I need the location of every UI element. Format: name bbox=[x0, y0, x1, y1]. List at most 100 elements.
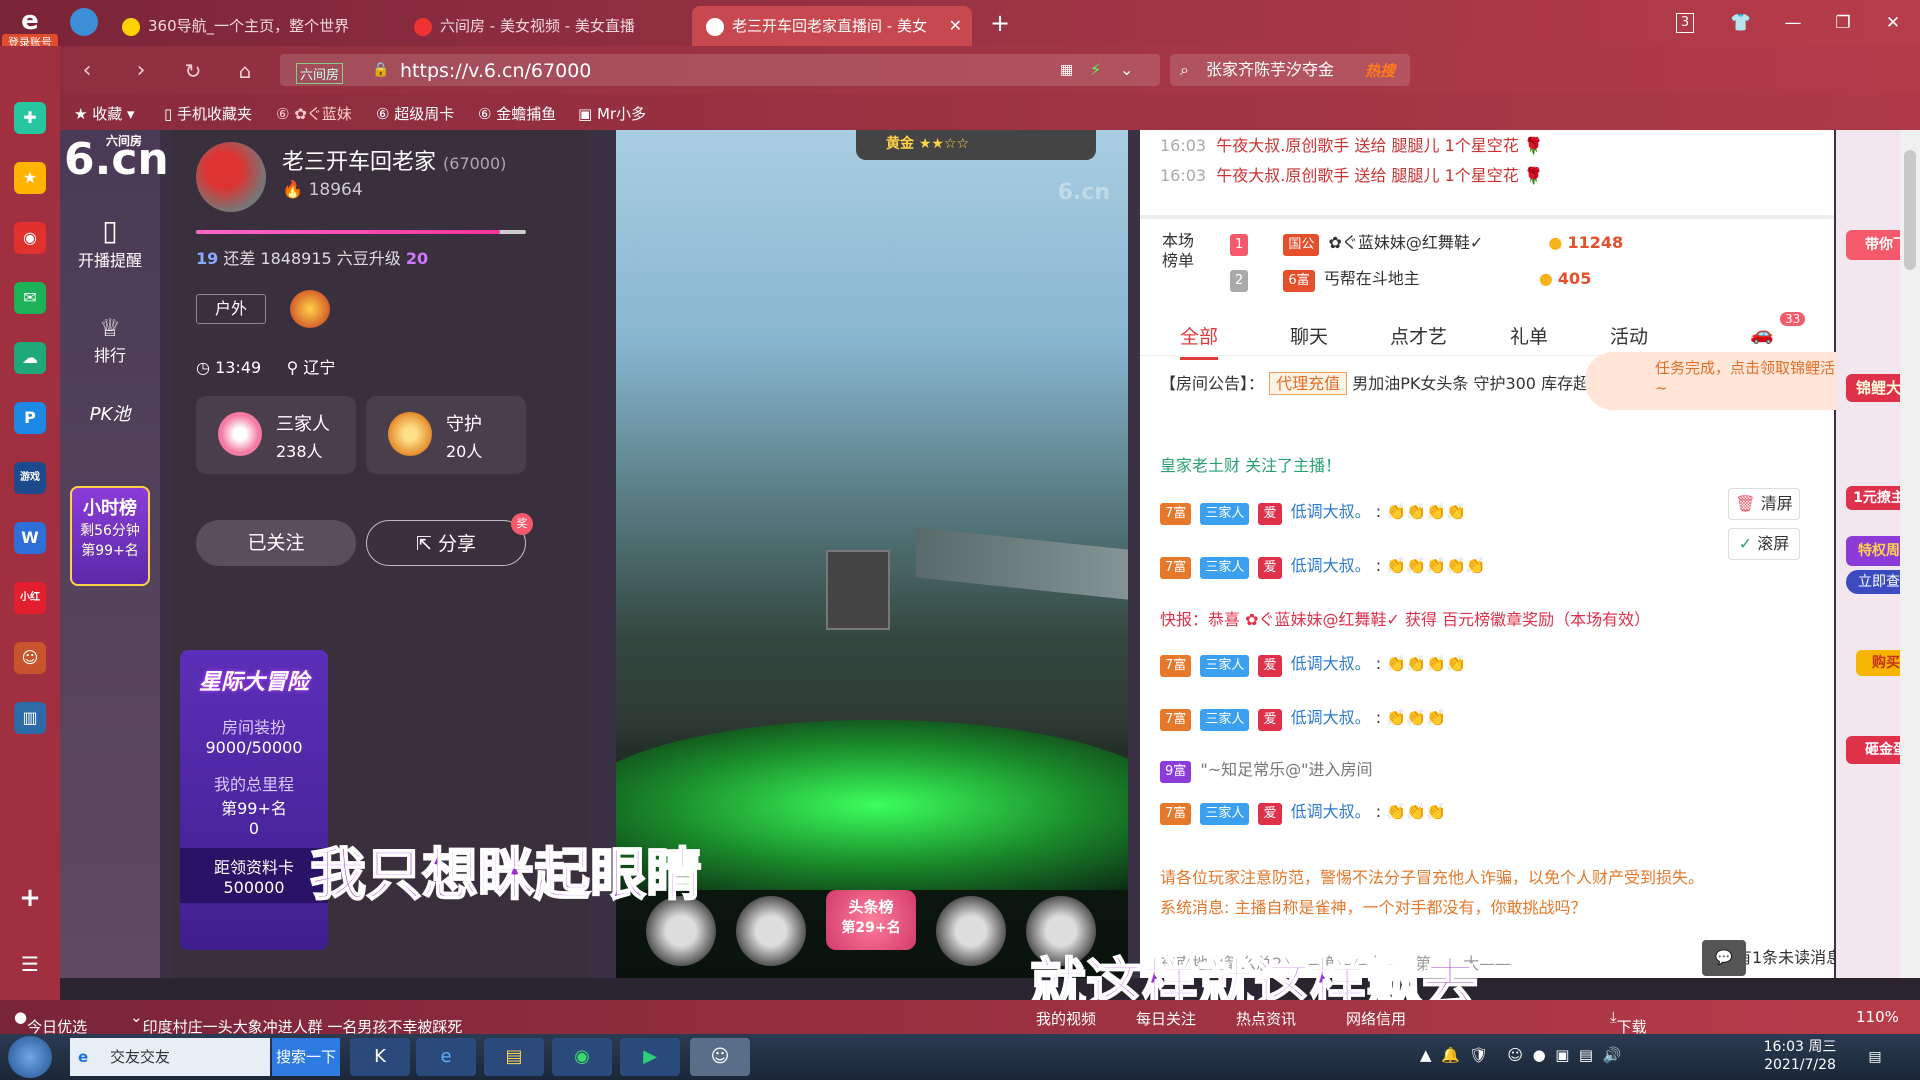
chat-bubble-icon[interactable]: 💬 bbox=[1702, 940, 1746, 976]
tab-activity[interactable]: 活动 bbox=[1610, 322, 1648, 349]
doc-icon[interactable]: W bbox=[14, 522, 46, 554]
window-count-icon[interactable]: 3 bbox=[1676, 13, 1694, 33]
notification-icon[interactable]: ▤ bbox=[1860, 1042, 1890, 1072]
qq-app-icon[interactable]: ☺ bbox=[690, 1038, 750, 1076]
vertical-scrollbar[interactable] bbox=[1900, 130, 1920, 978]
viewer-avatar[interactable] bbox=[736, 896, 806, 966]
minimize-icon[interactable]: — bbox=[1778, 8, 1808, 38]
tab-all[interactable]: 全部 bbox=[1180, 322, 1219, 360]
tab-navigate-icon[interactable] bbox=[70, 8, 98, 36]
bookmark-mr[interactable]: ▣ Mr小多 bbox=[578, 103, 646, 124]
taskbar-browser-item[interactable]: e 交友交友 bbox=[70, 1038, 270, 1076]
hour-rank-widget[interactable]: 小时榜 剩56分钟 第99+名 bbox=[70, 486, 150, 586]
site-logo[interactable]: 6.cn 六间房 bbox=[60, 130, 169, 190]
360-icon bbox=[122, 18, 140, 36]
nav-pk-pool[interactable]: PK池 bbox=[60, 400, 160, 426]
bookmark-fishing[interactable]: ⑥ 金蟾捕鱼 bbox=[478, 103, 556, 124]
anchor-meta: ◷ 13:49 ⚲ 辽宁 bbox=[196, 358, 336, 377]
bookmark-mobile[interactable]: ▯ 手机收藏夹 bbox=[164, 103, 252, 124]
anchor-avatar[interactable] bbox=[196, 142, 266, 212]
viewer-avatar[interactable] bbox=[936, 896, 1006, 966]
car-icon[interactable]: 🚗 bbox=[1750, 322, 1774, 345]
tab-chat[interactable]: 聊天 bbox=[1290, 322, 1328, 349]
list-icon[interactable]: ☰ bbox=[14, 948, 46, 980]
video-player-icon[interactable]: ▶ bbox=[620, 1038, 680, 1076]
share-button[interactable]: ⇱ 分享 奖 bbox=[366, 513, 533, 566]
ranking-title[interactable]: 本场榜单 bbox=[1162, 231, 1202, 271]
url-field[interactable]: 六间房 🔒 https://v.6.cn/67000 ▦ ⚡ ⌄ bbox=[280, 54, 1160, 86]
star-icon[interactable]: ★ bbox=[14, 162, 46, 194]
cloud-icon[interactable]: ☁ bbox=[14, 342, 46, 374]
taskbar-search-button[interactable]: 搜索一下 bbox=[272, 1038, 340, 1076]
browser-statusbar: ● 今日优选 ⌄ 印度村庄一头大象冲进人群 一名男孩不幸被踩死 我的视频 每日关… bbox=[0, 1000, 1920, 1036]
status-download[interactable]: ⤓ 下载 bbox=[1610, 1008, 1647, 1036]
scroll-screen-button[interactable]: ✓ 滚屏 bbox=[1728, 528, 1800, 560]
back-icon[interactable]: ‹ bbox=[72, 56, 102, 86]
scrollbar-thumb[interactable] bbox=[1904, 150, 1916, 270]
nav-rank[interactable]: ♕ 排行 bbox=[60, 314, 160, 366]
follow-button[interactable]: 已关注 bbox=[196, 520, 356, 566]
home-icon[interactable]: ⌂ bbox=[230, 56, 260, 86]
status-daily-follow[interactable]: 每日关注 bbox=[1136, 1008, 1196, 1029]
bookmark-weekly-card[interactable]: ⑥ 超级周卡 bbox=[376, 103, 454, 124]
status-hot-news[interactable]: 热点资讯 bbox=[1236, 1008, 1296, 1029]
guard-card[interactable]: 守护 20人 bbox=[366, 396, 526, 474]
qr-icon[interactable]: ▦ bbox=[1060, 62, 1073, 78]
avatar-game-icon[interactable]: ☺ bbox=[14, 642, 46, 674]
xiaohongshu-icon[interactable]: 小红 bbox=[14, 582, 46, 614]
mail-icon[interactable]: ✉ bbox=[14, 282, 46, 314]
weibo-icon[interactable]: ◉ bbox=[14, 222, 46, 254]
location-icon: ⚲ bbox=[286, 358, 299, 377]
tab-360[interactable]: 360导航_一个主页，整个世界 bbox=[108, 6, 398, 46]
ie-icon[interactable]: e bbox=[416, 1038, 476, 1076]
tab-6cn[interactable]: 六间房 - 美女视频 - 美女直播 bbox=[400, 6, 690, 46]
family-card[interactable]: 三家人 238人 bbox=[196, 396, 356, 474]
close-icon[interactable]: ✕ bbox=[1878, 8, 1908, 38]
bolt-icon[interactable]: ⚡ bbox=[1090, 60, 1101, 79]
chevron-down-icon[interactable]: ⌄ bbox=[1120, 60, 1133, 79]
site-nav: 6.cn 六间房 ▯ 开播提醒 ♕ 排行 PK池 小时榜 剩56分钟 第99+名 bbox=[60, 130, 169, 978]
tab-talent[interactable]: 点才艺 bbox=[1390, 322, 1447, 349]
plus-circle-icon[interactable]: ✚ bbox=[14, 102, 46, 134]
level-progress-fill bbox=[196, 230, 500, 234]
bookmarks-bar: ★ 收藏 ▾ ▯ 手机收藏夹 ⑥ ✿ぐ蓝妹 ⑥ 超级周卡 ⑥ 金蟾捕鱼 ▣ Mr… bbox=[60, 94, 1920, 130]
browser-sidebar: ✚ ★ ◉ ✉ ☁ P 游戏 W 小红 ☺ ▥ + ☰ bbox=[0, 46, 60, 1032]
category-tag[interactable]: 户外 bbox=[196, 294, 266, 324]
ranking-row[interactable]: 1 国公 ✿ぐ蓝妹妹@红舞鞋✓ ● 11248 bbox=[1230, 229, 1623, 256]
interstellar-promo[interactable]: 星际大冒险 房间装扮 9000/50000 我的总里程 第99+名 0 距领资料… bbox=[180, 650, 328, 950]
add-icon[interactable]: + bbox=[14, 882, 46, 914]
clear-screen-button[interactable]: 🗑 清屏 bbox=[1728, 488, 1800, 520]
start-button[interactable] bbox=[8, 1036, 52, 1078]
bookmark-favorites[interactable]: ★ 收藏 ▾ bbox=[74, 103, 135, 124]
p-icon[interactable]: P bbox=[14, 402, 46, 434]
chat-message: 7富 三家人 爱 低调大叔。 : 👏👏👏👏👏 bbox=[1160, 552, 1486, 579]
folder-icon[interactable]: ▤ bbox=[484, 1038, 544, 1076]
today-pick[interactable]: ● 今日优选 bbox=[14, 1008, 87, 1036]
ranking-row[interactable]: 2 6富 丐帮在斗地主 ● 405 bbox=[1230, 265, 1591, 292]
bookmark-lanmei[interactable]: ⑥ ✿ぐ蓝妹 bbox=[276, 103, 352, 124]
gift-log-line: 16:03 午夜大叔.原创歌手 送给 腿腿儿 1个星空花 🌹 bbox=[1160, 136, 1544, 155]
hot-search-label[interactable]: 热搜 bbox=[1365, 60, 1395, 81]
chat-tabs: 全部 聊天 点才艺 礼单 活动 🚗 33 bbox=[1140, 310, 1834, 360]
k-app-icon[interactable]: K bbox=[350, 1038, 410, 1076]
chat-enter-message: 9富 "~知足常乐@"进入房间 bbox=[1160, 756, 1373, 783]
zoom-level[interactable]: 110% bbox=[1856, 1008, 1899, 1026]
nav-live-reminder[interactable]: ▯ 开播提醒 bbox=[60, 214, 160, 271]
forward-icon[interactable]: › bbox=[126, 56, 156, 86]
game-hall-icon[interactable]: 游戏 bbox=[14, 462, 46, 494]
news-ticker[interactable]: ⌄ 印度村庄一头大象冲进人群 一名男孩不幸被踩死 bbox=[130, 1008, 462, 1036]
status-net-credit[interactable]: 网络信用 bbox=[1346, 1008, 1406, 1029]
new-tab-button[interactable]: + bbox=[985, 8, 1015, 38]
cityscape-icon[interactable]: ▥ bbox=[14, 702, 46, 734]
tab-gift-list[interactable]: 礼单 bbox=[1510, 322, 1548, 349]
clock[interactable]: 16:03 周三 2021/7/28 bbox=[1752, 1038, 1848, 1074]
refresh-icon[interactable]: ↻ bbox=[178, 56, 208, 86]
system-message: 系统消息: 主播自称是雀神，一个对手都没有，你敢挑战吗？ bbox=[1160, 898, 1587, 917]
restore-icon[interactable]: ❐ bbox=[1828, 8, 1858, 38]
shirt-icon[interactable]: 👕 bbox=[1726, 8, 1756, 38]
headline-rank-badge[interactable]: 头条榜 第29+名 bbox=[826, 890, 916, 950]
360-browser-icon[interactable]: ◉ bbox=[552, 1038, 612, 1076]
status-my-video[interactable]: 我的视频 bbox=[1036, 1008, 1096, 1029]
tab-close-icon[interactable]: ✕ bbox=[949, 6, 962, 46]
tab-live-room[interactable]: 老三开车回老家直播间 - 美女 ✕ bbox=[692, 6, 972, 46]
